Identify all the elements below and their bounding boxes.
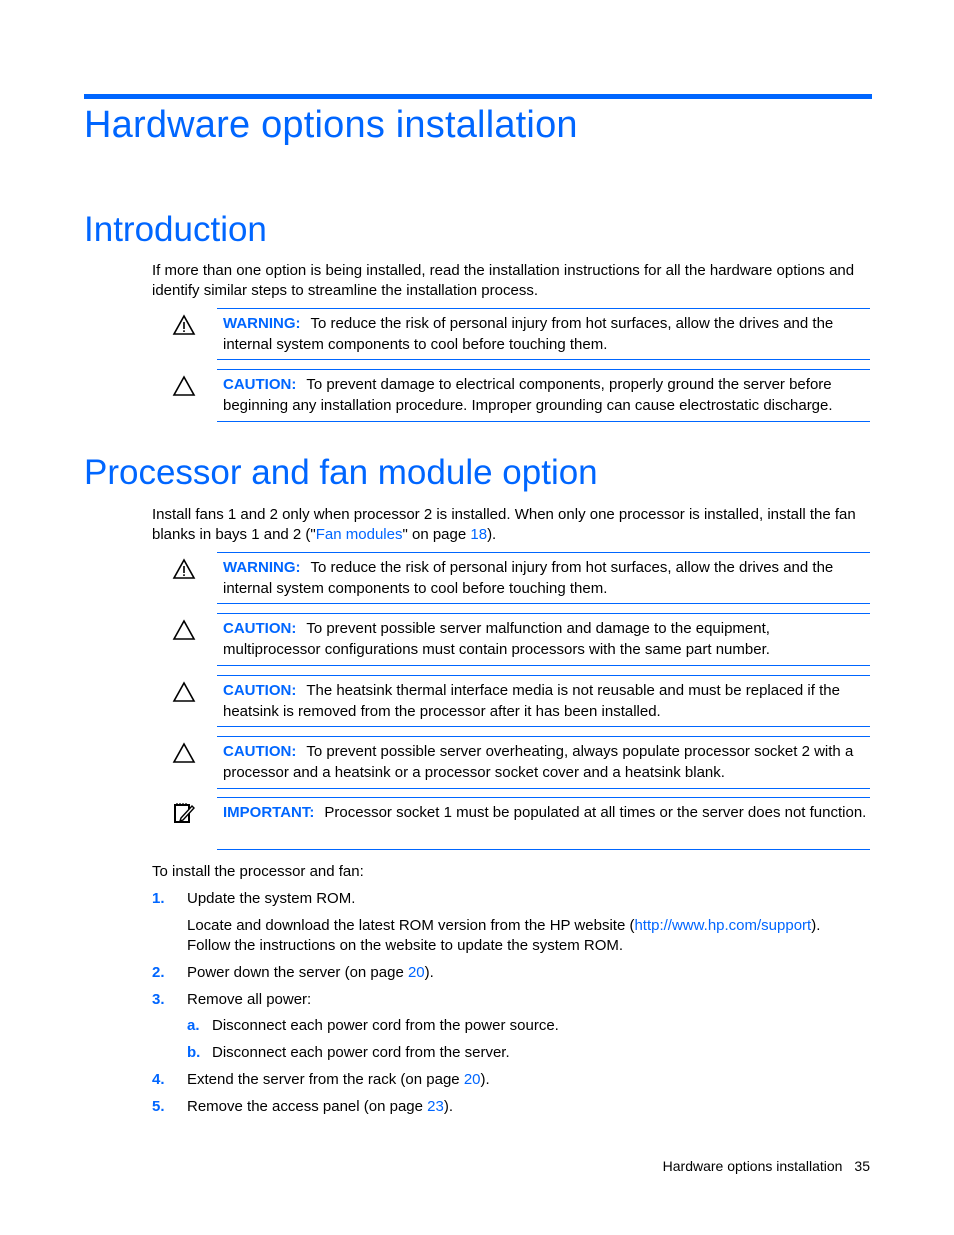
step-number: 5. [152,1098,165,1115]
step-text-wrap: Extend the server from the rack (on page… [187,1070,490,1090]
notice-text: Processor socket 1 must be populated at … [324,804,867,821]
step-number: 3. [152,991,165,1008]
page-23-link[interactable]: 23 [427,1098,444,1115]
paragraph-text: ). [487,526,497,543]
warning-notice: WARNING: To reduce the risk of personal i… [217,552,870,604]
notice-label: CAUTION: [223,743,297,760]
caution-notice: CAUTION: The heatsink thermal interface m… [217,675,870,727]
step-text: Extend the server from the rack (on page [187,1071,464,1088]
step-detail-line1: Locate and download the latest ROM versi… [187,916,820,936]
chapter-rule [84,94,872,99]
step-text: Power down the server (on page [187,964,408,981]
processor-paragraph: Install fans 1 and 2 only when processor… [152,505,872,545]
page-20-link[interactable]: 20 [408,964,425,981]
caution-triangle-icon [172,375,196,396]
step-detail-text: ). [811,917,821,934]
caution-notice: CAUTION: To prevent damage to electrical … [217,369,870,422]
step-text: ). [424,964,434,981]
paragraph-text: " on page [402,526,471,543]
step-text: Update the system ROM. [187,890,356,907]
page-20-link[interactable]: 20 [464,1071,481,1088]
notice-label: WARNING: [223,315,301,332]
notice-label: CAUTION: [223,376,297,393]
page-number: 35 [854,1158,870,1174]
important-notepad-icon [174,803,195,823]
notice-text: To prevent damage to electrical componen… [223,376,833,414]
notice-text: To reduce the risk of personal injury fr… [223,559,834,597]
procedure-intro: To install the processor and fan: [152,863,364,880]
paragraph-text: Install fans 1 and 2 only when processor… [152,506,856,543]
caution-triangle-icon [172,742,196,763]
step-number: 4. [152,1071,165,1088]
step-detail-line2: Follow the instructions on the website t… [187,937,624,954]
notice-label: IMPORTANT: [223,804,315,821]
warning-triangle-icon [172,314,196,335]
step-text: Remove the access panel (on page [187,1098,428,1115]
intro-paragraph: If more than one option is being install… [152,262,855,299]
notice-label: CAUTION: [223,620,297,637]
step-number: 1. [152,890,165,907]
warning-triangle-icon [172,558,196,579]
step-text: Remove all power: [187,991,312,1008]
notice-label: CAUTION: [223,682,297,699]
substep-letter: b. [187,1044,201,1061]
footer-section: Hardware options installation [662,1158,843,1174]
substep-text: Disconnect each power cord from the serv… [212,1044,510,1061]
page-footer: Hardware options installation 35 [651,1158,870,1174]
step-number: 2. [152,964,165,981]
page-18-link[interactable]: 18 [470,526,487,543]
fan-modules-link[interactable]: Fan modules [316,526,403,543]
caution-triangle-icon [172,619,196,640]
step-text-wrap: Power down the server (on page 20). [187,963,434,983]
caution-notice: CAUTION: To prevent possible server overh… [217,736,870,789]
notice-text: The heatsink thermal interface media is … [223,682,840,720]
warning-notice: WARNING: To reduce the risk of personal i… [217,308,870,360]
caution-triangle-icon [172,681,196,702]
notice-text: To prevent possible server overheating, … [223,743,854,781]
hp-support-link[interactable]: http://www.hp.com/support [634,917,811,934]
step-text: ). [443,1098,454,1115]
chapter-title: Hardware options installation [84,104,578,146]
substep-letter: a. [187,1017,200,1034]
notice-text: To reduce the risk of personal injury fr… [223,315,834,353]
step-text: ). [480,1071,490,1088]
caution-notice: CAUTION: To prevent possible server malfu… [217,613,870,666]
notice-text: To prevent possible server malfunction a… [223,620,770,658]
step-text-wrap: Remove the access panel (on page 23). [187,1097,453,1117]
substep-text: Disconnect each power cord from the powe… [212,1017,559,1034]
section-title-introduction: Introduction [84,210,267,249]
notice-label: WARNING: [223,559,301,576]
step-detail-text: Locate and download the latest ROM versi… [187,917,635,934]
important-notice: IMPORTANT: Processor socket 1 must be pop… [217,797,870,850]
section-title-processor: Processor and fan module option [84,453,598,492]
